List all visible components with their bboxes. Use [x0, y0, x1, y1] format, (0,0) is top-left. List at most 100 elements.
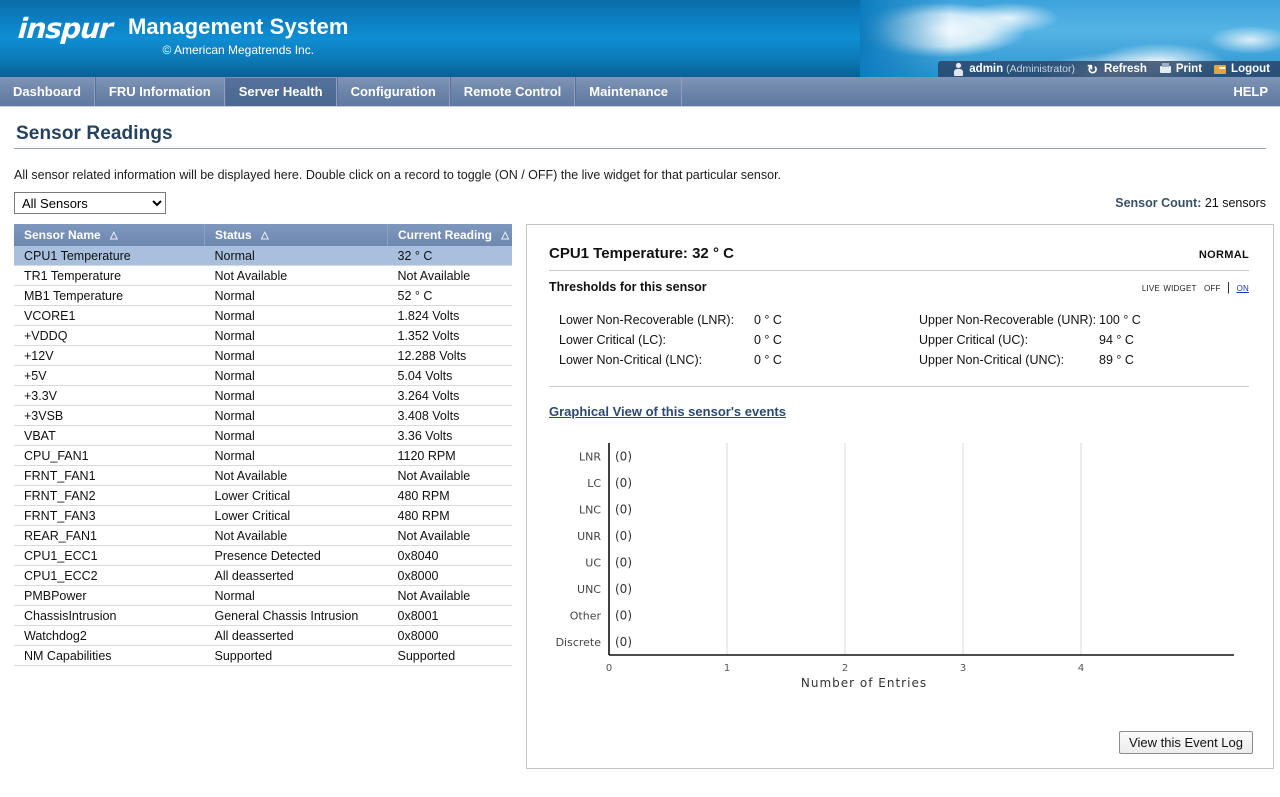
nav-item-configuration[interactable]: Configuration — [336, 77, 450, 106]
cell-name: CPU1_ECC2 — [14, 565, 205, 586]
table-row[interactable]: MB1 Temperature Normal 52 ° C — [14, 285, 512, 306]
table-row[interactable]: FRNT_FAN3 Lower Critical 480 RPM — [14, 505, 512, 526]
cell-reading: 3.408 Volts — [387, 405, 512, 426]
nav-item-fru-information[interactable]: FRU Information — [94, 77, 225, 106]
table-row[interactable]: +3VSB Normal 3.408 Volts — [14, 405, 512, 426]
chart-category-label: UC — [585, 556, 601, 569]
live-widget-on-option[interactable]: On — [1237, 282, 1249, 294]
sort-ascending-icon[interactable]: △ — [261, 230, 269, 241]
column-header-current-reading[interactable]: Current Reading △ — [387, 224, 512, 246]
chart-category-label: Discrete — [556, 636, 602, 649]
table-row[interactable]: Watchdog2 All deasserted 0x8000 — [14, 625, 512, 646]
cell-reading: Supported — [387, 645, 512, 666]
cell-status: Normal — [204, 325, 388, 346]
lower-thresholds-block: Lower Non-Recoverable (LNR): 0 ° C Lower C… — [549, 310, 889, 370]
column-header-status[interactable]: Status △ — [204, 224, 388, 246]
table-row[interactable]: CPU1 Temperature Normal 32 ° C — [14, 246, 512, 266]
sensor-count-label: Sensor Count: — [1115, 196, 1202, 210]
table-row[interactable]: FRNT_FAN1 Not Available Not Available — [14, 465, 512, 486]
panel-footer: View this Event Log — [1119, 731, 1253, 754]
table-row[interactable]: REAR_FAN1 Not Available Not Available — [14, 525, 512, 546]
cell-name: FRNT_FAN2 — [14, 485, 205, 506]
help-link[interactable]: HELP — [1233, 77, 1280, 106]
graphical-view-link[interactable]: Graphical View of this sensor's events — [549, 404, 786, 419]
table-row[interactable]: ChassisIntrusion General Chassis Intrusio… — [14, 605, 512, 626]
table-row[interactable]: NM Capabilities Supported Supported — [14, 645, 512, 666]
cell-name: +5V — [14, 365, 205, 386]
cell-status: Normal — [204, 385, 388, 406]
cell-reading: 3.264 Volts — [387, 385, 512, 406]
cell-status: Normal — [204, 405, 388, 426]
sort-ascending-icon[interactable]: △ — [501, 230, 509, 241]
chart-x-tick-label: 1 — [724, 663, 730, 674]
chart-value-label: (0) — [615, 449, 632, 463]
sensor-filter-select[interactable]: All Sensors — [14, 192, 166, 214]
table-row[interactable]: +12V Normal 12.288 Volts — [14, 345, 512, 366]
column-header-sensor-name-label: Sensor Name — [24, 228, 101, 242]
chart-value-label: (0) — [615, 635, 632, 649]
inspur-logo: inspur — [16, 12, 114, 45]
table-row[interactable]: PMBPower Normal Not Available — [14, 585, 512, 606]
user-icon — [952, 62, 965, 76]
sensor-count-value: 21 sensors — [1204, 196, 1266, 210]
cell-name: VCORE1 — [14, 305, 205, 326]
column-header-sensor-name[interactable]: Sensor Name △ — [14, 224, 205, 246]
chart-category-label: UNR — [577, 530, 601, 543]
print-button[interactable]: Print — [1159, 61, 1202, 77]
table-row[interactable]: VBAT Normal 3.36 Volts — [14, 425, 512, 446]
title-divider — [14, 148, 1266, 149]
sort-ascending-icon[interactable]: △ — [110, 230, 118, 241]
live-widget-separator: | — [1227, 282, 1231, 294]
logout-button[interactable]: Logout — [1214, 61, 1270, 77]
table-row[interactable]: +3.3V Normal 3.264 Volts — [14, 385, 512, 406]
table-row[interactable]: CPU_FAN1 Normal 1120 RPM — [14, 445, 512, 466]
table-body: CPU1 Temperature Normal 32 ° C TR1 Temperat… — [14, 246, 512, 666]
threshold-value: 94 ° C — [1099, 333, 1134, 347]
detail-status-badge: Normal — [1198, 245, 1249, 262]
refresh-label: Refresh — [1104, 63, 1147, 75]
table-row[interactable]: CPU1_ECC2 All deasserted 0x8000 — [14, 565, 512, 586]
page-title: Sensor Readings — [16, 123, 173, 144]
sensor-table-container: Sensor Name △ Status △ Current Reading △ — [14, 224, 512, 769]
threshold-key: Lower Non-Recoverable (LNR): — [559, 313, 735, 327]
live-widget-off-option[interactable]: Off — [1204, 282, 1221, 294]
cell-status: Normal — [204, 246, 388, 266]
refresh-icon: ↻ — [1087, 61, 1098, 77]
nav-item-dashboard[interactable]: Dashboard — [0, 77, 95, 106]
page-description: All sensor related information will be d… — [14, 168, 782, 182]
table-header-row: Sensor Name △ Status △ Current Reading △ — [14, 224, 512, 246]
brand: inspur Management System © American Mega… — [16, 12, 349, 57]
refresh-button[interactable]: ↻ Refresh — [1087, 61, 1147, 77]
print-label: Print — [1175, 63, 1203, 75]
chart-category-label: UNC — [577, 583, 601, 596]
events-bar-chart-svg: LNR (0) LC (0) LNC (0) UNR (0) UC (0) UNC (0) Other (… — [556, 443, 1234, 690]
threshold-row: Lower Non-Recoverable (LNR): 0 ° C — [559, 310, 889, 330]
nav-item-remote-control[interactable]: Remote Control — [449, 77, 576, 106]
threshold-key: Lower Non-Critical (LNC): — [559, 353, 703, 367]
app-header-banner: inspur Management System © American Mega… — [0, 0, 1280, 77]
chart-x-tick-label: 4 — [1078, 663, 1084, 674]
column-header-current-reading-label: Current Reading — [398, 228, 493, 242]
view-event-log-button[interactable]: View this Event Log — [1119, 731, 1253, 754]
nav-item-maintenance[interactable]: Maintenance — [575, 77, 683, 106]
table-row[interactable]: +VDDQ Normal 1.352 Volts — [14, 325, 512, 346]
nav-item-server-health[interactable]: Server Health — [224, 77, 337, 106]
table-row[interactable]: TR1 Temperature Not Available Not Availabl… — [14, 265, 512, 286]
chart-value-label: (0) — [615, 608, 632, 622]
logout-label: Logout — [1231, 63, 1270, 75]
table-row[interactable]: VCORE1 Normal 1.824 Volts — [14, 305, 512, 326]
detail-header: CPU1 Temperature: 32 ° C Normal — [549, 245, 1249, 271]
cell-status: Normal — [204, 445, 388, 466]
cell-status: Normal — [204, 425, 388, 446]
cell-reading: 1120 RPM — [387, 445, 512, 466]
cell-status: All deasserted — [204, 565, 388, 586]
thresholds-grid: Lower Non-Recoverable (LNR): 0 ° C Lower C… — [549, 310, 1249, 387]
table-row[interactable]: FRNT_FAN2 Lower Critical 480 RPM — [14, 485, 512, 506]
page-body: Sensor Readings All sensor related infor… — [0, 123, 1280, 769]
table-row[interactable]: CPU1_ECC1 Presence Detected 0x8040 — [14, 545, 512, 566]
chart-value-label: (0) — [615, 476, 632, 490]
primary-navigation: Dashboard FRU Information Server Health … — [0, 77, 1280, 107]
cell-name: NM Capabilities — [14, 645, 205, 666]
cell-reading: 0x8001 — [387, 605, 512, 626]
table-row[interactable]: +5V Normal 5.04 Volts — [14, 365, 512, 386]
